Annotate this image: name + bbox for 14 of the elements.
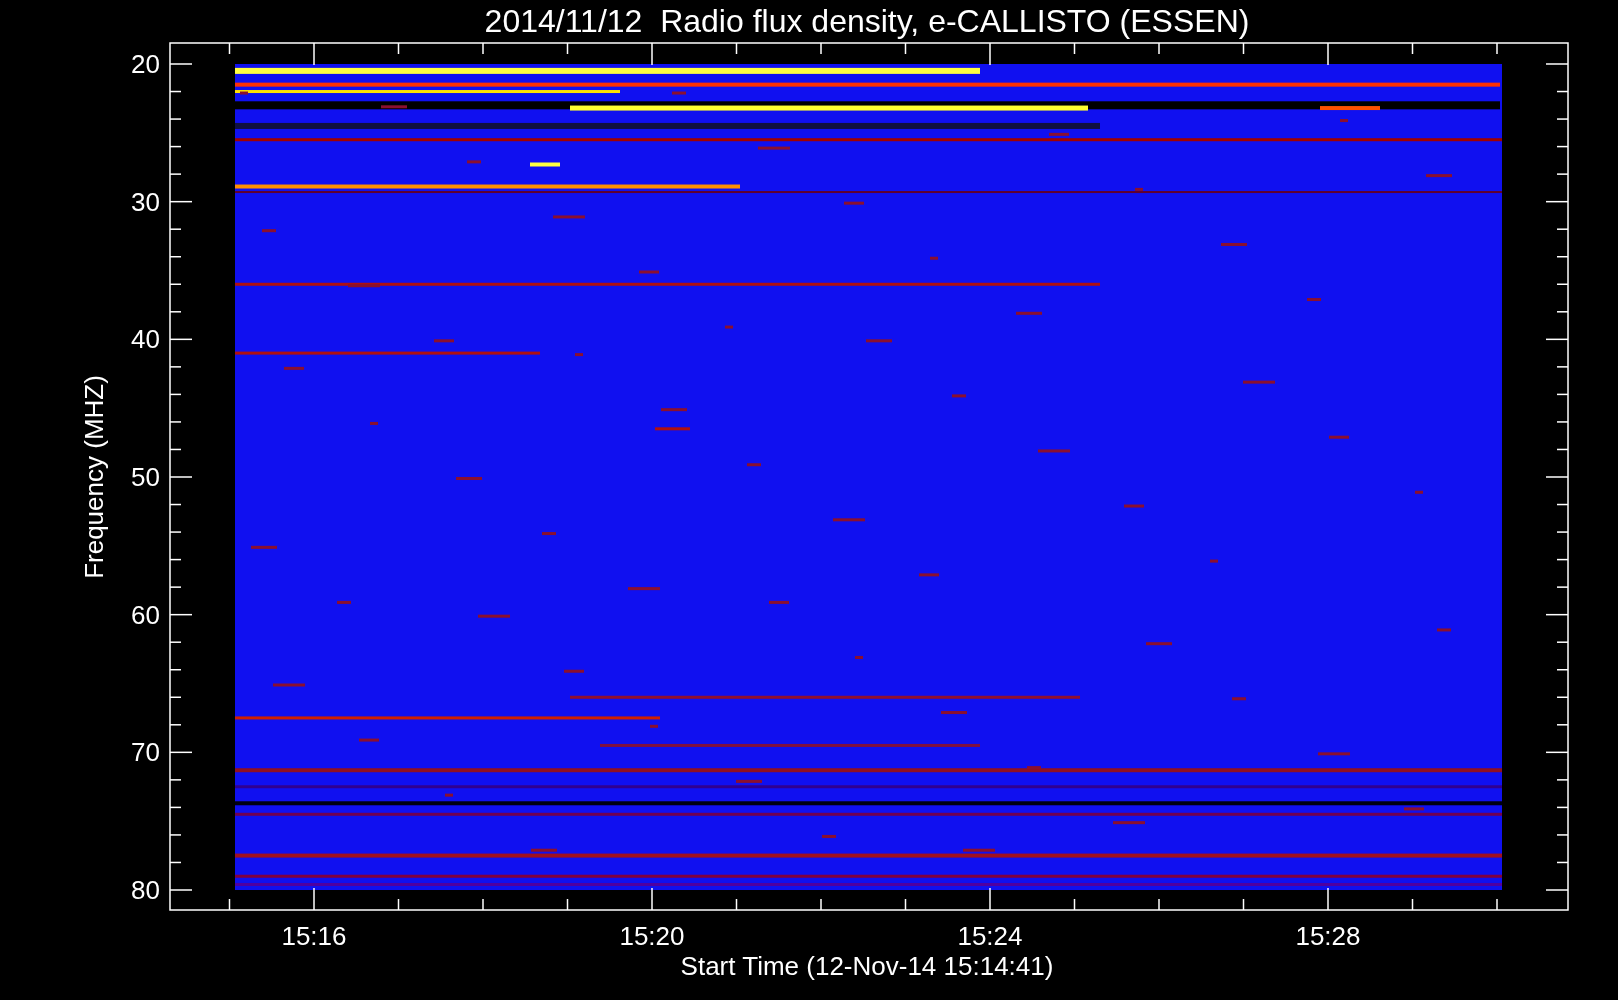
x-tick-label: 15:20 xyxy=(619,921,685,951)
y-tick-label: 60 xyxy=(131,599,160,630)
y-tick-label: 70 xyxy=(131,737,160,768)
x-tick-label: 15:28 xyxy=(1295,921,1361,951)
y-tick-label: 40 xyxy=(131,324,160,355)
y-tick-label: 20 xyxy=(131,49,160,79)
x-tick-label: 15:16 xyxy=(281,921,347,951)
chart-title: 2014/11/12 Radio flux density, e-CALLISTO (ESSEN) xyxy=(484,3,1250,39)
y-tick-label: 30 xyxy=(131,186,160,217)
y-tick-label: 80 xyxy=(131,875,160,905)
y-tick-label: 50 xyxy=(131,462,160,492)
x-axis-label: Start Time (12-Nov-14 15:14:41) xyxy=(680,951,1054,981)
y-axis-label: Frequency (MHZ) xyxy=(79,375,109,579)
x-tick-label: 15:24 xyxy=(957,921,1023,951)
